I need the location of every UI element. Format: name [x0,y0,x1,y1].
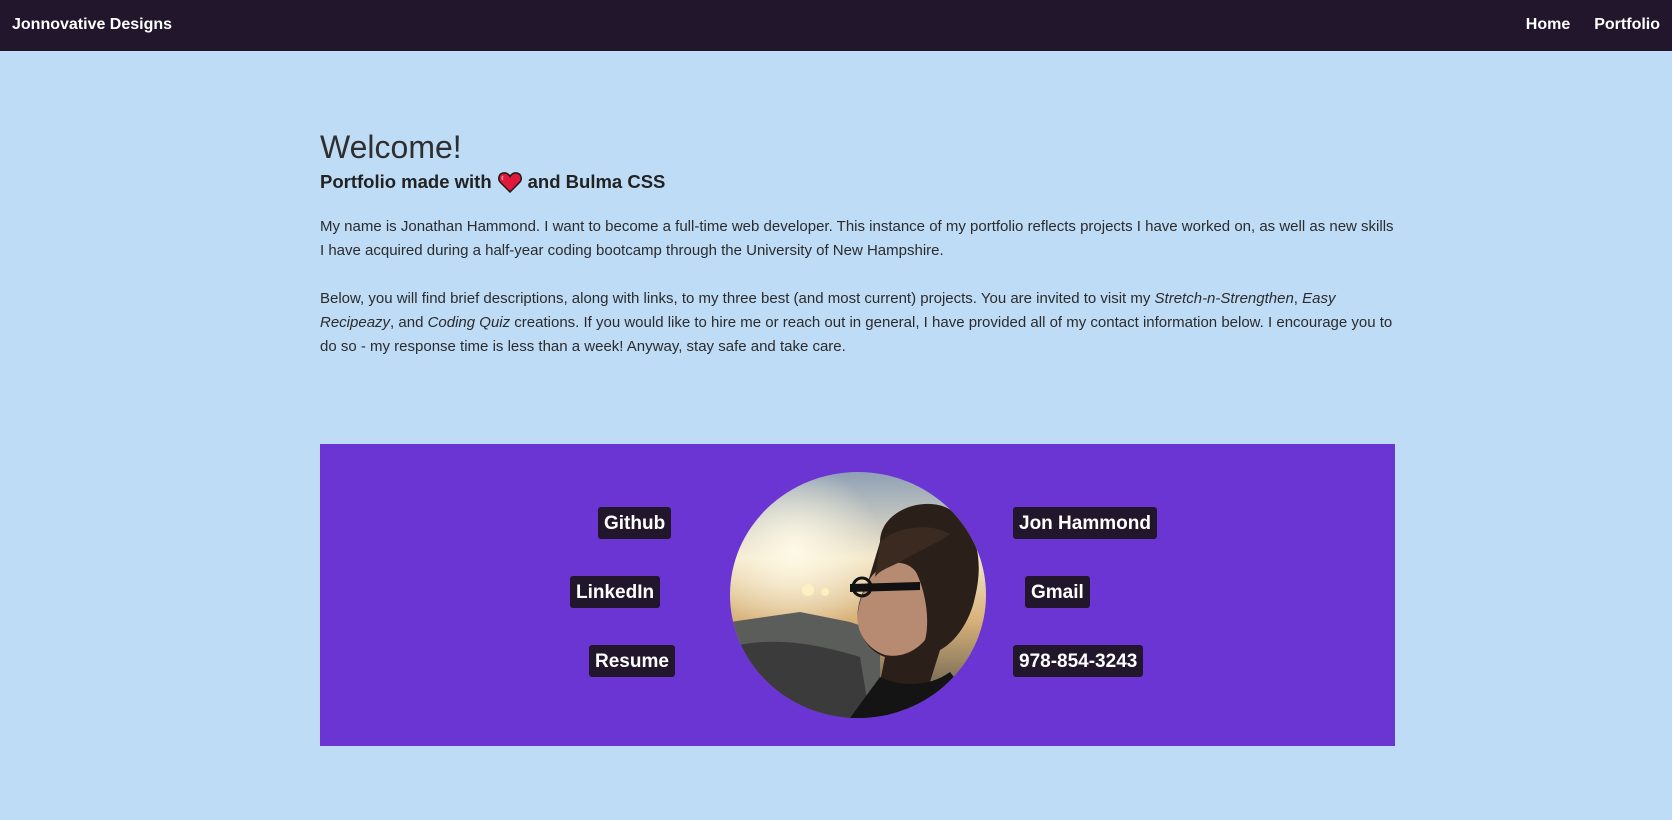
nav-links: Home Portfolio [1526,16,1660,34]
project-coding-quiz: Coding Quiz [427,314,511,332]
projects-text-1: Below, you will find brief descriptions,… [320,290,1155,308]
projects-text-2: , [1293,290,1303,308]
profile-photo [730,472,986,718]
contact-panel: Github LinkedIn Resume Jon Hammond Gmail… [320,444,1395,746]
intro-paragraph: My name is Jonathan Hammond. I want to b… [320,218,1394,260]
nav-portfolio-link[interactable]: Portfolio [1594,16,1660,34]
subtitle-text-before: Portfolio made with [320,171,492,193]
subtitle-text-after: and Bulma CSS [527,171,666,193]
page-subtitle: Portfolio made with and Bulma CSS [320,171,1395,194]
projects-text-3: , and [390,314,428,332]
project-stretch-n-strengthen: Stretch-n-Strengthen [1154,290,1294,308]
github-link[interactable]: Github [598,507,672,539]
linkedin-link[interactable]: LinkedIn [570,576,661,608]
page-title: Welcome! [320,129,462,165]
nav-home-link[interactable]: Home [1526,16,1570,34]
hero-section: Welcome! Portfolio made with and Bulma C… [320,129,1395,359]
gmail-link[interactable]: Gmail [1025,576,1090,608]
phone-link[interactable]: 978-854-3243 [1013,645,1144,677]
resume-link[interactable]: Resume [589,645,675,677]
projects-paragraph: Below, you will find brief descriptions,… [320,287,1395,359]
name-link[interactable]: Jon Hammond [1013,507,1157,539]
top-navbar: Jonnovative Designs Home Portfolio [0,0,1672,51]
brand-link[interactable]: Jonnovative Designs [12,16,172,34]
heart-icon [497,171,522,194]
